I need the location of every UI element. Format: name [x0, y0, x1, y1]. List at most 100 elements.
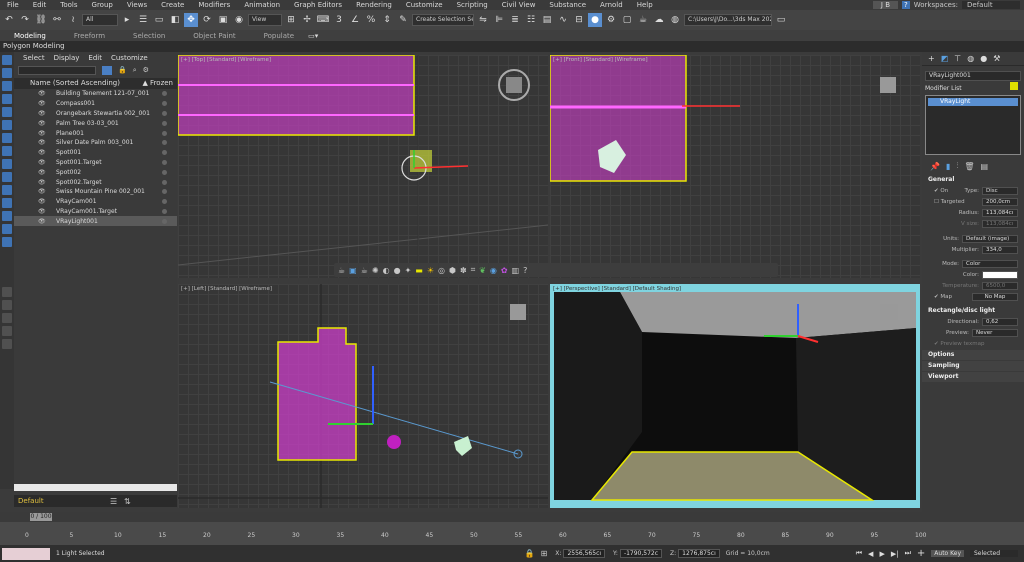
list-item[interactable]: 👁 Spot001: [14, 148, 177, 158]
object-color-swatch[interactable]: [1010, 82, 1018, 90]
freeze-toggle[interactable]: [162, 91, 167, 97]
motion-tab-icon[interactable]: ◍: [967, 54, 974, 63]
track-bar[interactable]: 0 5 10 15 20 25 30 35 40 45 50 55 60 65 70 75 80 85 90 95 10…: [0, 522, 1024, 545]
project-folder-icon[interactable]: ▭: [774, 13, 788, 27]
section-rectangle-disc[interactable]: Rectangle/disc light: [922, 306, 1024, 316]
list-item[interactable]: 👁 Building Tenement 121-07_001: [14, 89, 177, 99]
freeze-toggle[interactable]: [162, 110, 167, 116]
next-frame-icon[interactable]: ▶|: [891, 550, 899, 558]
directional-spinner[interactable]: 0,62: [982, 317, 1018, 326]
stack-item[interactable]: VRayLight: [928, 98, 1018, 106]
ribbon-tab-object-paint[interactable]: Object Paint: [179, 32, 249, 40]
go-end-icon[interactable]: ⏭: [905, 549, 911, 558]
modifier-list-dropdown[interactable]: Modifier List: [925, 85, 1021, 93]
menu-graph-editors[interactable]: Graph Editors: [287, 1, 349, 9]
eye-icon[interactable]: 👁: [38, 169, 46, 176]
vray-cosmos-icon[interactable]: ✿: [501, 266, 508, 275]
list-item[interactable]: 👁 Plane001: [14, 128, 177, 138]
selection-lock-icon[interactable]: 🔒: [525, 549, 535, 558]
place-icon[interactable]: ◉: [232, 13, 246, 27]
options-icon[interactable]: ⚙: [143, 66, 149, 74]
coord-z-field[interactable]: 1276,875cı: [678, 549, 720, 558]
layer-manager-icon[interactable]: ≣: [508, 13, 522, 27]
vray-sphere-light-icon[interactable]: ●: [394, 266, 401, 275]
lights-filter-icon[interactable]: [2, 107, 12, 117]
vray-stats-icon[interactable]: ▥: [512, 266, 520, 275]
ribbon-tab-freeform[interactable]: Freeform: [60, 32, 119, 40]
eye-icon[interactable]: 👁: [38, 110, 46, 117]
freeze-toggle[interactable]: [162, 208, 167, 214]
modify-tab-icon[interactable]: ◩: [941, 54, 949, 63]
targeted-checkbox[interactable]: ☐ Targeted: [934, 199, 965, 205]
coord-y-field[interactable]: -1790,572c: [619, 549, 663, 558]
render-icon[interactable]: ☕: [636, 13, 650, 27]
lock-icon[interactable]: 🔒: [118, 66, 127, 74]
display-none-icon[interactable]: [2, 55, 12, 65]
menu-help[interactable]: Help: [630, 1, 660, 9]
vray-sky-icon[interactable]: ◎: [438, 266, 445, 275]
object-name-field[interactable]: VRayLight001: [925, 71, 1021, 81]
viewport-label[interactable]: [+] [Top] [Standard] [Wireframe]: [181, 57, 271, 63]
move-icon[interactable]: ✥: [184, 13, 198, 27]
eye-icon[interactable]: 👁: [38, 159, 46, 166]
on-checkbox[interactable]: ✔ On: [934, 188, 948, 194]
containers-filter-icon[interactable]: [2, 198, 12, 208]
reference-coord-dropdown[interactable]: View: [248, 14, 282, 26]
mode-dropdown[interactable]: Color: [962, 259, 1018, 268]
list-item[interactable]: 👁 Palm Tree 03-03_001: [14, 118, 177, 128]
angle-snap-icon[interactable]: ∠: [348, 13, 362, 27]
viewport-label[interactable]: [+] [Perspective] [Standard] [Default Sh…: [553, 286, 681, 292]
help-icon[interactable]: ?: [902, 1, 910, 9]
hierarchy-icon[interactable]: [2, 339, 12, 349]
selection-filter-dropdown[interactable]: All: [82, 14, 118, 26]
ribbon-tab-modeling[interactable]: Modeling: [0, 32, 60, 40]
menu-arnold[interactable]: Arnold: [593, 1, 630, 9]
list-item[interactable]: 👁 Silver Date Palm 003_001: [14, 138, 177, 148]
sync-icon[interactable]: [2, 313, 12, 323]
eye-icon[interactable]: 👁: [38, 130, 46, 137]
freeze-toggle[interactable]: [162, 130, 167, 136]
vray-sun-icon[interactable]: ☀: [427, 266, 434, 275]
eye-icon[interactable]: 👁: [38, 149, 46, 156]
render-cloud-icon[interactable]: ☁: [652, 13, 666, 27]
render-setup-icon[interactable]: ⚙: [604, 13, 618, 27]
spacewarps-filter-icon[interactable]: [2, 146, 12, 156]
absolute-mode-icon[interactable]: ⊞: [541, 549, 548, 558]
viewport-top[interactable]: [+] [Top] [Standard] [Wireframe]: [178, 55, 548, 278]
groups-filter-icon[interactable]: [2, 159, 12, 169]
column-name[interactable]: Name (Sorted Ascending): [30, 78, 120, 89]
show-end-result-icon[interactable]: ▮: [946, 162, 950, 171]
unlink-icon[interactable]: ⚯: [50, 13, 64, 27]
freeze-toggle[interactable]: [162, 169, 167, 175]
list-item[interactable]: 👁 Spot001.Target: [14, 158, 177, 168]
radius-spinner[interactable]: 113,084cı: [982, 208, 1018, 217]
freeze-toggle[interactable]: [162, 140, 167, 146]
freeze-toggle[interactable]: [162, 218, 167, 224]
layer-explorer-icon[interactable]: ☰: [110, 497, 117, 506]
explorer-menu-display[interactable]: Display: [54, 54, 80, 62]
mirror-icon[interactable]: ⇋: [476, 13, 490, 27]
viewport-front[interactable]: [+] [Front] [Standard] [Wireframe]: [550, 55, 920, 278]
targeted-distance[interactable]: 200,0cm: [982, 197, 1018, 206]
map-button[interactable]: No Map: [972, 292, 1018, 301]
freeze-toggle[interactable]: [162, 159, 167, 165]
link-icon[interactable]: ⛓: [34, 13, 48, 27]
eye-icon[interactable]: 👁: [38, 100, 46, 107]
eye-icon[interactable]: 👁: [38, 139, 46, 146]
bind-spacewarp-icon[interactable]: ≀: [66, 13, 80, 27]
project-path-field[interactable]: C:\Users\J\Do...\3ds Max 202: [684, 14, 772, 26]
list-item[interactable]: 👁 Orangebark Stewartia 002_001: [14, 109, 177, 119]
freeze-toggle[interactable]: [162, 199, 167, 205]
undo-icon[interactable]: ↶: [2, 13, 16, 27]
type-dropdown[interactable]: Disc: [982, 186, 1018, 195]
freeze-toggle[interactable]: [162, 189, 167, 195]
menu-file[interactable]: File: [0, 1, 26, 9]
collapse-icon[interactable]: [2, 287, 12, 297]
align-icon[interactable]: ⊫: [492, 13, 506, 27]
section-options[interactable]: Options: [922, 350, 1024, 360]
menu-rendering[interactable]: Rendering: [349, 1, 399, 9]
bones-filter-icon[interactable]: [2, 185, 12, 195]
explorer-scrollbar[interactable]: [14, 484, 177, 491]
menu-tools[interactable]: Tools: [53, 1, 84, 9]
menu-civil-view[interactable]: Civil View: [495, 1, 543, 9]
